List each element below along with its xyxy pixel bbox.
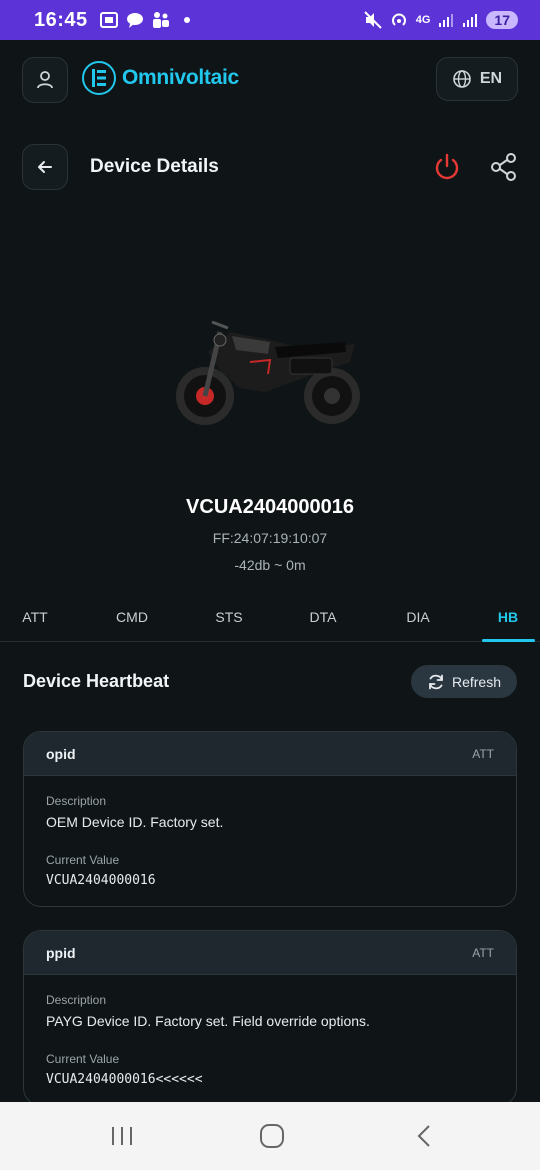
page-header: Device Details	[22, 144, 518, 190]
current-value: VCUA2404000016	[46, 873, 156, 888]
recent-apps-icon[interactable]	[110, 1124, 134, 1148]
home-icon[interactable]	[259, 1124, 285, 1148]
dot-icon	[183, 17, 190, 23]
mute-icon	[364, 11, 382, 29]
language-label: EN	[479, 70, 503, 87]
signal-icon-2	[463, 14, 478, 27]
card-tag: ATT	[472, 746, 494, 761]
brand-logo: Omnivoltaic	[82, 61, 239, 95]
device-mac-address: FF:24:07:19:10:07	[212, 530, 328, 546]
device-signal: -42db ~ 0m	[234, 557, 306, 573]
device-name: VCUA2404000016	[186, 496, 354, 518]
tab-cmd[interactable]: CMD	[97, 594, 167, 640]
current-value: VCUA2404000016<<<<<<	[46, 1072, 203, 1087]
description-label: Description	[46, 993, 107, 1007]
top-bar: Omnivoltaic EN	[22, 57, 518, 103]
current-value-label: Current Value	[46, 853, 120, 867]
language-selector[interactable]: EN	[436, 57, 518, 101]
back-nav-icon[interactable]	[412, 1124, 436, 1148]
share-icon[interactable]	[489, 152, 519, 182]
tab-bar: ATT CMD STS DTA DIA HB	[0, 594, 540, 642]
status-bar: 16:45 4G 17	[0, 0, 540, 40]
refresh-label: Refresh	[451, 673, 502, 690]
refresh-button[interactable]: Refresh	[411, 665, 517, 698]
section-title: Device Heartbeat	[23, 671, 170, 691]
tab-att[interactable]: ATT	[0, 594, 70, 640]
description-label: Description	[46, 794, 107, 808]
hotspot-icon	[391, 13, 406, 26]
tab-dia[interactable]: DIA	[383, 594, 453, 640]
description-text: OEM Device ID. Factory set.	[46, 814, 224, 830]
card-key: opid	[46, 745, 76, 762]
heartbeat-card: ppid ATT Description PAYG Device ID. Fac…	[23, 930, 517, 1106]
power-icon[interactable]	[432, 152, 462, 182]
signal-icon	[439, 14, 454, 27]
brand-name: Omnivoltaic	[122, 66, 239, 89]
card-tag: ATT	[472, 945, 494, 960]
network-type: 4G	[415, 14, 431, 26]
status-time: 16:45	[34, 8, 88, 31]
back-button[interactable]	[22, 144, 68, 190]
battery-indicator: 17	[486, 11, 518, 29]
globe-icon	[453, 70, 471, 88]
teams-icon	[152, 12, 169, 28]
current-value-label: Current Value	[46, 1052, 120, 1066]
chat-icon	[126, 13, 143, 28]
motorcycle-image	[176, 320, 360, 425]
arrow-left-icon	[38, 161, 52, 173]
page-title: Device Details	[90, 156, 219, 177]
tab-hb[interactable]: HB	[473, 594, 540, 640]
active-tab-indicator	[482, 639, 535, 642]
logo-mark-icon	[82, 61, 116, 95]
heartbeat-card: opid ATT Description OEM Device ID. Fact…	[23, 731, 517, 907]
tab-sts[interactable]: STS	[194, 594, 264, 640]
refresh-icon	[429, 674, 443, 689]
profile-button[interactable]	[22, 57, 68, 103]
screenshot-icon	[99, 12, 118, 28]
system-nav-bar	[0, 1102, 540, 1170]
tab-dta[interactable]: DTA	[288, 594, 358, 640]
description-text: PAYG Device ID. Factory set. Field overr…	[46, 1013, 370, 1029]
card-key: ppid	[46, 944, 76, 961]
user-icon	[37, 71, 53, 89]
